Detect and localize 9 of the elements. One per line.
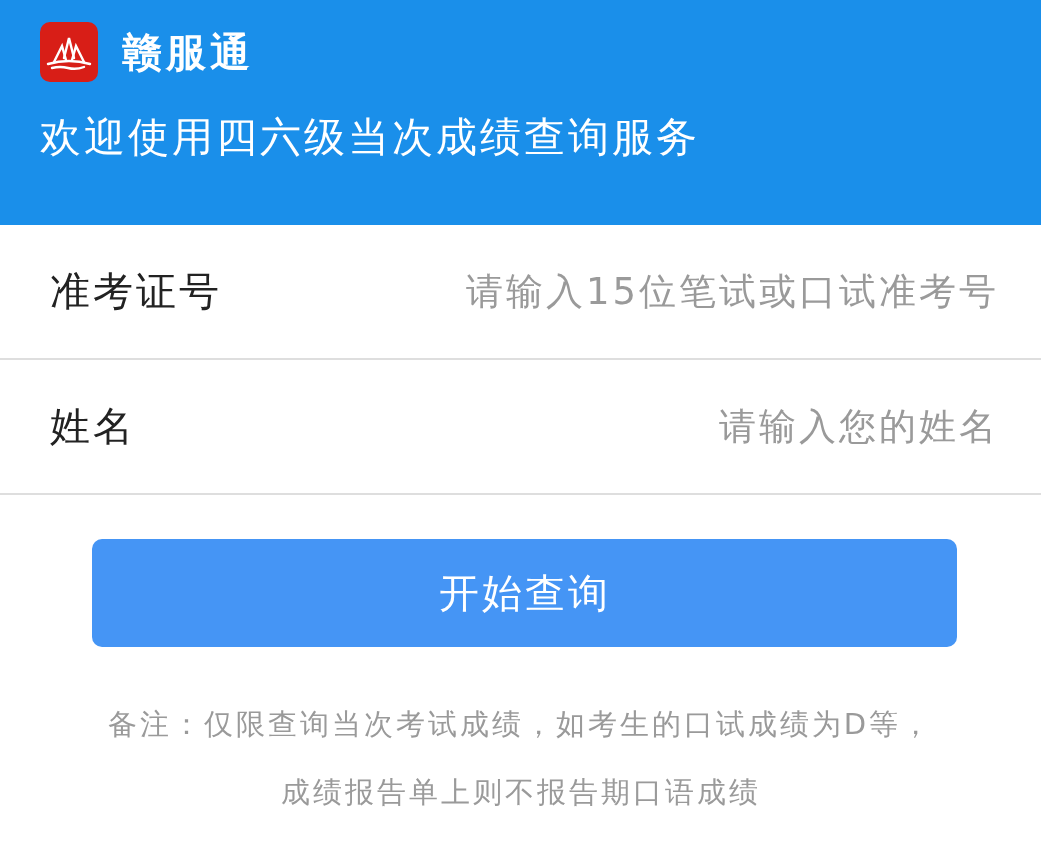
input-field[interactable]: 请输入您的姓名 — [136, 396, 999, 457]
field-label: 姓名 — [50, 402, 136, 451]
note-text: 备注：仅限查询当次考试成绩，如考生的口试成绩为D等， 成绩报告单上则不报告期口语成绩 — [106, 706, 935, 811]
field-label: 准考证号 — [50, 267, 222, 316]
input-field[interactable]: 请输入15位笔试或口试准考号 — [222, 261, 999, 322]
app-name: 赣服通 — [122, 28, 254, 77]
query-button[interactable]: 开始查询 — [92, 539, 957, 647]
mountain-logo-icon — [40, 22, 98, 82]
welcome-title: 欢迎使用四六级当次成绩查询服务 — [40, 112, 701, 162]
